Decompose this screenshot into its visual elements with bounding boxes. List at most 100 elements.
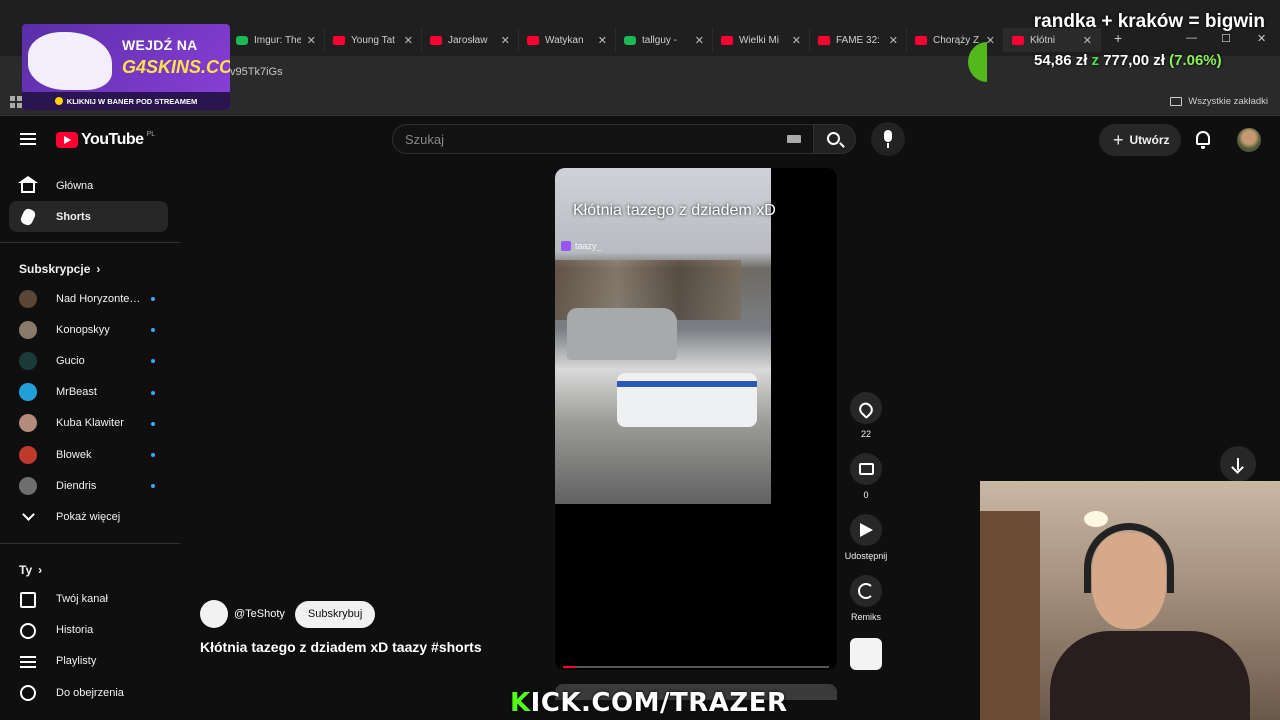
sponsor-banner: WEJDŹ NA G4SKINS.COM KLIKNIJ W BANER POD… xyxy=(22,24,230,110)
sidebar-item-label: Playlisty xyxy=(56,655,97,668)
next-video-button[interactable] xyxy=(1220,446,1256,482)
all-bookmarks-button[interactable]: Wszystkie zakładki xyxy=(1170,96,1268,107)
create-button[interactable]: + Utwórz xyxy=(1099,124,1181,156)
kick-url-text: ICK.COM/TRAZER xyxy=(530,688,788,718)
tab-close-icon[interactable]: ✕ xyxy=(307,34,316,47)
tab-close-icon[interactable]: ✕ xyxy=(1083,34,1092,47)
sidebar-item-your-channel[interactable]: Twój kanał xyxy=(0,584,180,615)
video-frame[interactable]: Kłótnia tazego z dziadem xD taazy_ xyxy=(555,168,776,504)
youtube-header: YouTube PL Szukaj + Utwórz xyxy=(0,118,1280,162)
sidebar-item-watch-later[interactable]: Do obejrzenia xyxy=(0,677,180,708)
arrow-down-icon xyxy=(1237,458,1239,470)
browser-tab[interactable]: FAME 32: ✕ xyxy=(810,28,907,52)
account-avatar[interactable] xyxy=(1237,128,1261,152)
browser-tab[interactable]: tallguy - ✕ xyxy=(616,28,713,52)
tab-close-icon[interactable]: ✕ xyxy=(501,34,510,47)
video-progress-bar[interactable] xyxy=(563,666,829,668)
comment-button[interactable] xyxy=(850,453,882,485)
subscription-item[interactable]: Diendris xyxy=(0,470,180,501)
sound-thumbnail[interactable] xyxy=(850,638,882,670)
like-action: 22 xyxy=(843,392,889,441)
channel-handle[interactable]: @TeShoty xyxy=(234,608,285,620)
kick-k-letter: K xyxy=(510,688,531,718)
browser-tab[interactable]: Imgur: The ✕ xyxy=(228,28,325,52)
hamburger-menu-icon[interactable] xyxy=(20,133,36,145)
browser-tab[interactable]: Wielki Mi ✕ xyxy=(713,28,810,52)
subscription-item[interactable]: Kuba Klawiter xyxy=(0,408,180,439)
video-progress-fill xyxy=(563,666,577,668)
video-overlay-channel: taazy_ xyxy=(561,241,602,251)
browser-tab[interactable]: Watykan ✕ xyxy=(519,28,616,52)
youtube-favicon-icon xyxy=(1012,35,1024,45)
like-button[interactable] xyxy=(850,392,882,424)
sidebar-item-playlists[interactable]: Playlisty xyxy=(0,646,180,677)
keyboard-icon[interactable] xyxy=(787,135,801,143)
apps-grid-icon[interactable] xyxy=(10,96,22,108)
tab-close-icon[interactable]: ✕ xyxy=(598,34,607,47)
shorts-actions: 22 0 Udostępnij Remiks xyxy=(843,392,889,670)
sidebar-item-home[interactable]: Główna xyxy=(9,170,168,201)
subscription-item[interactable]: Blowek xyxy=(0,439,180,470)
search-input[interactable]: Szukaj xyxy=(392,124,814,154)
browser-tab[interactable]: Chorąży Z ✕ xyxy=(907,28,1004,52)
notifications-bell-icon[interactable] xyxy=(1196,131,1210,149)
search-button[interactable] xyxy=(814,124,856,154)
subscription-item[interactable]: MrBeast xyxy=(0,377,180,408)
remix-action: Remiks xyxy=(843,575,889,624)
share-button[interactable] xyxy=(850,514,882,546)
subscription-item[interactable]: Gucio xyxy=(0,345,180,376)
tab-close-icon[interactable]: ✕ xyxy=(792,34,801,47)
sidebar-item-label: Historia xyxy=(56,624,94,637)
tab-title: FAME 32: xyxy=(836,34,880,46)
tab-close-icon[interactable]: ✕ xyxy=(404,34,413,47)
sidebar-divider xyxy=(0,242,180,243)
address-text[interactable]: v95Tk7iGs xyxy=(230,66,283,78)
show-more-label: Pokaż więcej xyxy=(56,510,121,523)
new-content-dot-icon xyxy=(151,484,155,489)
close-window-button[interactable]: ✕ xyxy=(1257,32,1266,45)
new-content-dot-icon xyxy=(151,421,155,426)
voice-search-button[interactable] xyxy=(871,122,905,156)
channel-avatar xyxy=(19,351,37,370)
history-icon xyxy=(20,622,36,639)
shorts-player[interactable]: Kłótnia tazego z dziadem xD taazy_ xyxy=(555,168,837,670)
channel-avatar xyxy=(19,476,37,495)
share-icon xyxy=(859,523,873,537)
show-more-button[interactable]: Pokaż więcej xyxy=(0,501,180,532)
webcam-lamp xyxy=(1084,511,1108,527)
chevron-down-icon xyxy=(19,508,37,526)
video-scene-ambulance xyxy=(617,373,757,427)
tab-close-icon[interactable]: ✕ xyxy=(986,34,995,47)
browser-tab[interactable]: Jarosław ✕ xyxy=(422,28,519,52)
minimize-button[interactable]: — xyxy=(1186,32,1197,44)
sidebar-item-history[interactable]: Historia xyxy=(0,615,180,646)
youtube-logo[interactable]: YouTube PL xyxy=(56,131,155,149)
heart-icon xyxy=(856,399,876,419)
new-content-dot-icon xyxy=(151,452,155,457)
sidebar-item-label: Twój kanał xyxy=(56,593,108,606)
subscriptions-list: Nad Horyzontem... Konopskyy Gucio MrBeast Ku… xyxy=(0,283,180,501)
subscriptions-heading[interactable]: Subskrypcje › xyxy=(0,255,180,283)
comment-action: 0 xyxy=(843,453,889,502)
you-heading[interactable]: Ty › xyxy=(0,556,180,584)
new-content-dot-icon xyxy=(151,328,155,333)
subscription-item[interactable]: Nad Horyzontem... xyxy=(0,283,180,314)
shorts-icon xyxy=(19,206,37,227)
kick-channel-overlay: KICK.COM/TRAZER xyxy=(510,688,788,718)
microphone-icon xyxy=(884,130,892,148)
sidebar-item-label: Do obejrzenia xyxy=(56,686,124,699)
subscription-name: Konopskyy xyxy=(56,323,110,336)
subscription-item[interactable]: Konopskyy xyxy=(0,314,180,345)
maximize-button[interactable]: ☐ xyxy=(1221,32,1231,45)
subscribe-button[interactable]: Subskrybuj xyxy=(294,600,376,628)
subscription-name: Gucio xyxy=(56,354,85,367)
tab-close-icon[interactable]: ✕ xyxy=(889,34,898,47)
webcam-door xyxy=(980,511,1040,720)
twitch-icon xyxy=(561,241,571,251)
sidebar-item-shorts[interactable]: Shorts xyxy=(9,201,168,232)
browser-tab[interactable]: Young Tat ✕ xyxy=(325,28,422,52)
channel-avatar[interactable] xyxy=(200,600,228,628)
remix-button[interactable] xyxy=(850,575,882,607)
region-code: PL xyxy=(146,130,156,138)
tab-close-icon[interactable]: ✕ xyxy=(695,34,704,47)
